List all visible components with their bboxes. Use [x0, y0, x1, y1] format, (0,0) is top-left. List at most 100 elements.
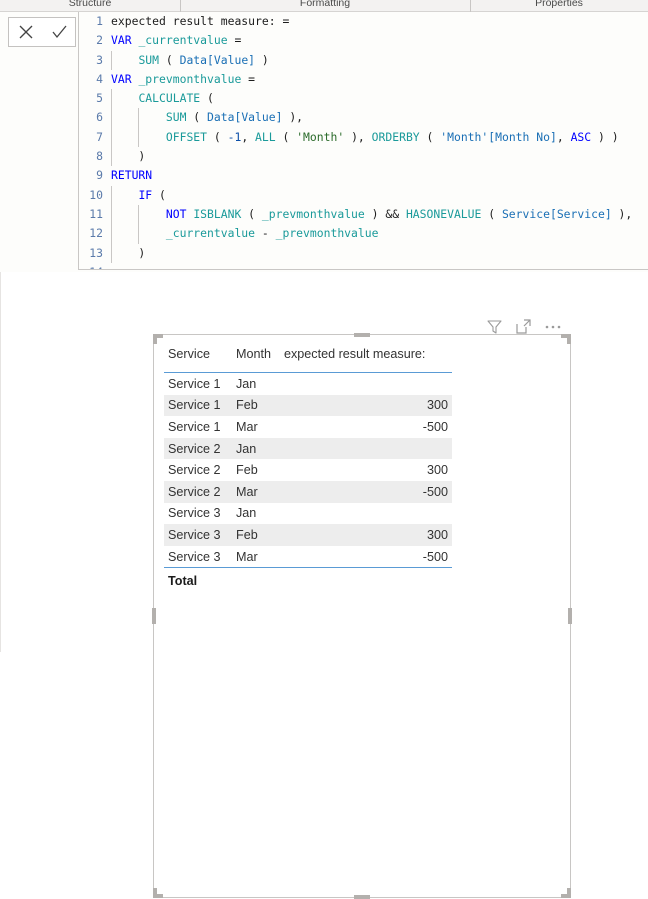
table-row[interactable]: Service 2 Mar -500: [164, 480, 452, 503]
code-text: SUM ( Data[Value] ): [138, 52, 269, 67]
code-text: ): [111, 149, 146, 164]
line-number: 5: [96, 91, 103, 106]
resize-handle-bottom[interactable]: [354, 895, 370, 899]
tab-structure[interactable]: Structure: [0, 0, 180, 10]
total-label: Total: [168, 573, 198, 588]
code-line: 14: [79, 263, 648, 269]
code-line: 12 _currentvalue - _prevmonthvalue: [79, 224, 648, 244]
code-text: expected result measure: =: [111, 14, 290, 28]
close-icon: [16, 22, 36, 42]
table-row[interactable]: Service 1 Feb 300: [164, 394, 452, 417]
cell-month: Feb: [236, 463, 258, 478]
cell-service: Service 2: [168, 463, 221, 478]
table-row[interactable]: Service 2 Feb 300: [164, 459, 452, 481]
line-number: 2: [96, 33, 103, 48]
cell-measure-value: 300: [426, 527, 448, 542]
dax-formula-editor[interactable]: 1 expected result measure: = 2 VAR _current…: [78, 12, 648, 270]
code-text: ): [111, 245, 146, 260]
table-row[interactable]: Service 1 Mar -500: [164, 416, 452, 438]
tab-properties[interactable]: Properties: [470, 0, 648, 10]
cell-measure-value: -500: [422, 419, 448, 434]
cell-measure-value: -500: [422, 549, 448, 564]
line-number: 6: [96, 110, 103, 125]
cell-measure-value: 300: [426, 463, 448, 478]
resize-handle-bottom-left[interactable]: [153, 888, 163, 898]
cell-month: Mar: [236, 549, 258, 564]
cell-month: Feb: [236, 398, 258, 413]
line-number: 4: [96, 71, 103, 86]
table-row[interactable]: Service 3 Jan: [164, 503, 452, 525]
line-number: 12: [89, 226, 103, 241]
code-text: SUM ( Data[Value] ),: [165, 110, 304, 125]
code-line: 10 IF (: [79, 185, 648, 205]
cell-service: Service 3: [168, 527, 221, 542]
cell-measure-value: 300: [426, 398, 448, 413]
tab-formatting[interactable]: Formatting: [180, 0, 470, 10]
code-text: RETURN: [111, 168, 153, 183]
table-row[interactable]: Service 2 Jan: [164, 437, 452, 460]
line-number: 10: [89, 187, 103, 202]
cell-service: Service 3: [168, 549, 221, 564]
code-text: VAR _prevmonthvalue =: [111, 71, 256, 86]
code-line: 4 VAR _prevmonthvalue =: [79, 70, 648, 89]
cell-service: Service 1: [168, 376, 221, 391]
table-total-row: Total: [164, 567, 452, 593]
cell-month: Jan: [236, 506, 257, 521]
report-canvas: Service Month expected result measure: Serv…: [0, 272, 648, 899]
line-number: 7: [96, 129, 103, 144]
cell-service: Service 3: [168, 506, 221, 521]
resize-handle-left[interactable]: [152, 608, 156, 624]
filter-icon[interactable]: [486, 318, 503, 335]
line-number: 14: [79, 263, 103, 269]
line-number: 9: [96, 168, 103, 183]
code-line: 1 expected result measure: =: [79, 12, 648, 31]
code-line: 8 ): [79, 147, 648, 167]
table-header-row: Service Month expected result measure:: [164, 343, 452, 373]
resize-handle-top-left[interactable]: [153, 334, 163, 344]
cancel-button[interactable]: [9, 18, 42, 46]
cell-measure-value: -500: [422, 484, 448, 499]
table-row[interactable]: Service 1 Jan: [164, 373, 452, 395]
visual-header-icons: [486, 316, 566, 336]
commit-button[interactable]: [42, 18, 75, 46]
resize-handle-bottom-right[interactable]: [561, 888, 571, 898]
focus-mode-icon[interactable]: [515, 318, 532, 335]
code-line: 7 OFFSET ( -1, ALL ( 'Month' ), ORDERBY …: [79, 127, 648, 148]
table-visual[interactable]: Service Month expected result measure: Serv…: [152, 333, 572, 899]
line-number: 8: [96, 149, 103, 164]
cell-month: Mar: [236, 484, 258, 499]
formula-commit-group: [8, 17, 76, 47]
code-text: CALCULATE (: [138, 91, 214, 106]
code-text: OFFSET ( -1, ALL ( 'Month' ), ORDERBY ( …: [165, 129, 619, 144]
cell-month: Mar: [236, 419, 258, 434]
checkmark-icon: [49, 22, 69, 42]
code-text: _currentvalue - _prevmonthvalue: [165, 226, 379, 241]
line-number: 3: [96, 52, 103, 67]
ribbon-tab-strip: Structure Formatting Properties: [0, 0, 648, 12]
code-line: 9 RETURN: [79, 166, 648, 185]
more-options-icon[interactable]: [544, 318, 562, 335]
line-number: 11: [89, 206, 103, 221]
cell-service: Service 1: [168, 398, 221, 413]
table-row[interactable]: Service 3 Feb 300: [164, 524, 452, 546]
cell-month: Jan: [236, 376, 257, 391]
cell-service: Service 2: [168, 484, 221, 499]
resize-handle-right[interactable]: [568, 608, 572, 624]
table-row[interactable]: Service 3 Mar -500: [164, 546, 452, 568]
formula-bar-area: 1 expected result measure: = 2 VAR _current…: [0, 12, 648, 272]
code-text: NOT ISBLANK ( _prevmonthvalue ) && HASON…: [165, 206, 633, 221]
code-line: 11 NOT ISBLANK ( _prevmonthvalue ) && HA…: [79, 204, 648, 225]
resize-handle-top[interactable]: [354, 333, 370, 337]
code-line: 13 ): [79, 243, 648, 263]
code-line: 3 SUM ( Data[Value] ): [79, 50, 648, 70]
data-table: Service Month expected result measure: Serv…: [164, 343, 452, 593]
cell-service: Service 2: [168, 441, 221, 456]
column-header-service[interactable]: Service: [164, 347, 236, 361]
column-header-measure[interactable]: expected result measure:: [284, 347, 452, 361]
column-header-month[interactable]: Month: [236, 347, 284, 361]
cell-month: Feb: [236, 527, 258, 542]
code-line: 5 CALCULATE (: [79, 89, 648, 109]
line-number: 13: [89, 245, 103, 260]
code-text: IF (: [138, 187, 166, 202]
resize-handle-top-right[interactable]: [561, 334, 571, 344]
